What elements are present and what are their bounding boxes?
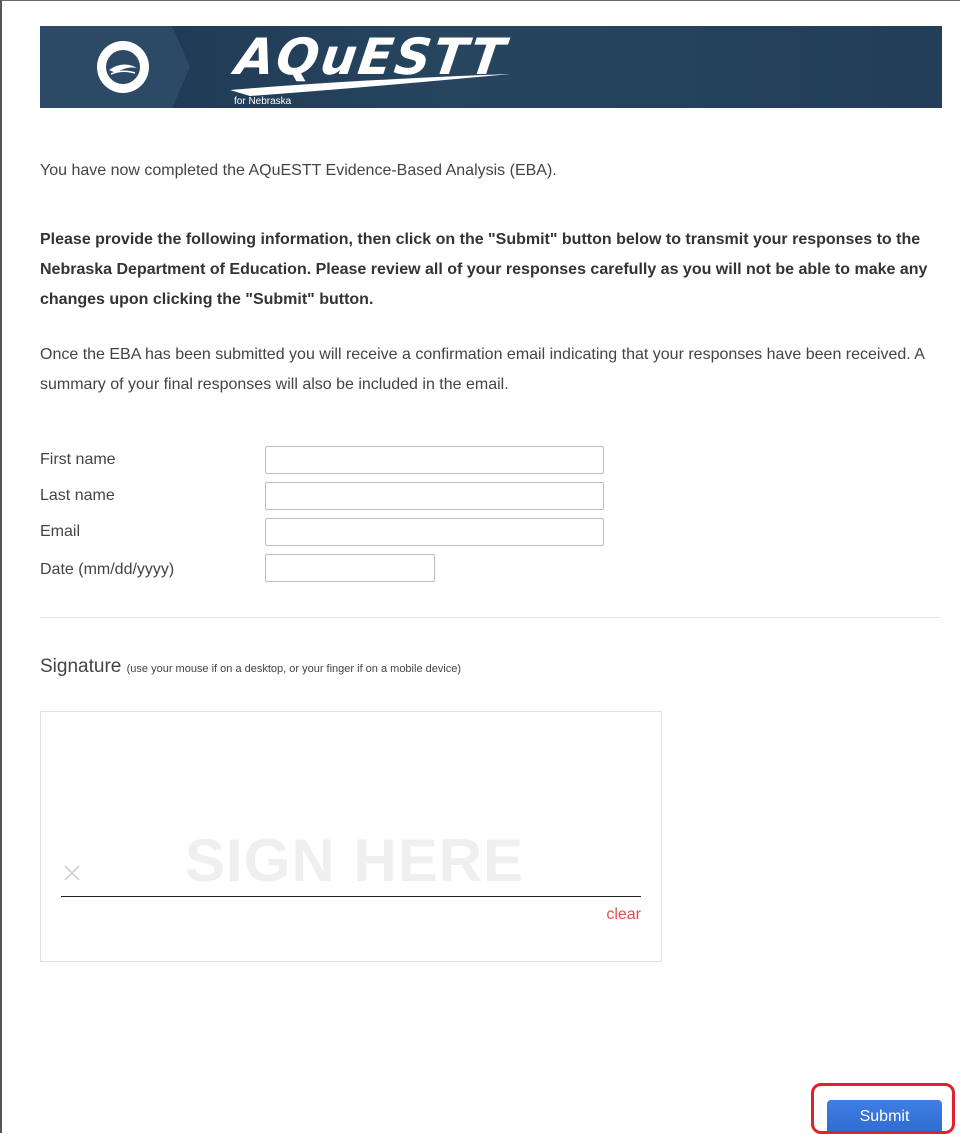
signature-heading-text: Signature (40, 656, 122, 677)
clear-signature-link[interactable]: clear (606, 906, 641, 924)
aquestt-logo: AQuESTT (231, 28, 511, 86)
sign-here-watermark: SIGN HERE (185, 827, 525, 894)
completed-message: You have now completed the AQuESTT Evide… (40, 162, 557, 179)
date-label: Date (mm/dd/yyyy) (40, 561, 175, 578)
first-name-label: First name (40, 451, 116, 468)
first-name-input[interactable] (265, 446, 604, 474)
logo-subtext: for Nebraska (234, 96, 292, 107)
header-banner: AQuESTT for Nebraska (40, 26, 942, 108)
last-name-label: Last name (40, 487, 115, 504)
date-input[interactable] (265, 554, 435, 582)
last-name-input[interactable] (265, 482, 604, 510)
email-label: Email (40, 523, 81, 540)
submit-button[interactable]: Submit (827, 1100, 942, 1134)
signature-x-icon (64, 865, 80, 881)
instructions-message: Please provide the following information… (40, 231, 928, 308)
signature-line (61, 896, 641, 897)
email-input[interactable] (265, 518, 604, 546)
signature-heading: Signature (use your mouse if on a deskto… (40, 656, 461, 678)
signature-pad[interactable]: SIGN HERE clear (40, 711, 662, 962)
nebraska-education-seal-icon (97, 41, 149, 93)
confirmation-message: Once the EBA has been submitted you will… (40, 346, 925, 393)
section-divider (40, 617, 940, 618)
signature-hint: (use your mouse if on a desktop, or your… (126, 663, 462, 675)
